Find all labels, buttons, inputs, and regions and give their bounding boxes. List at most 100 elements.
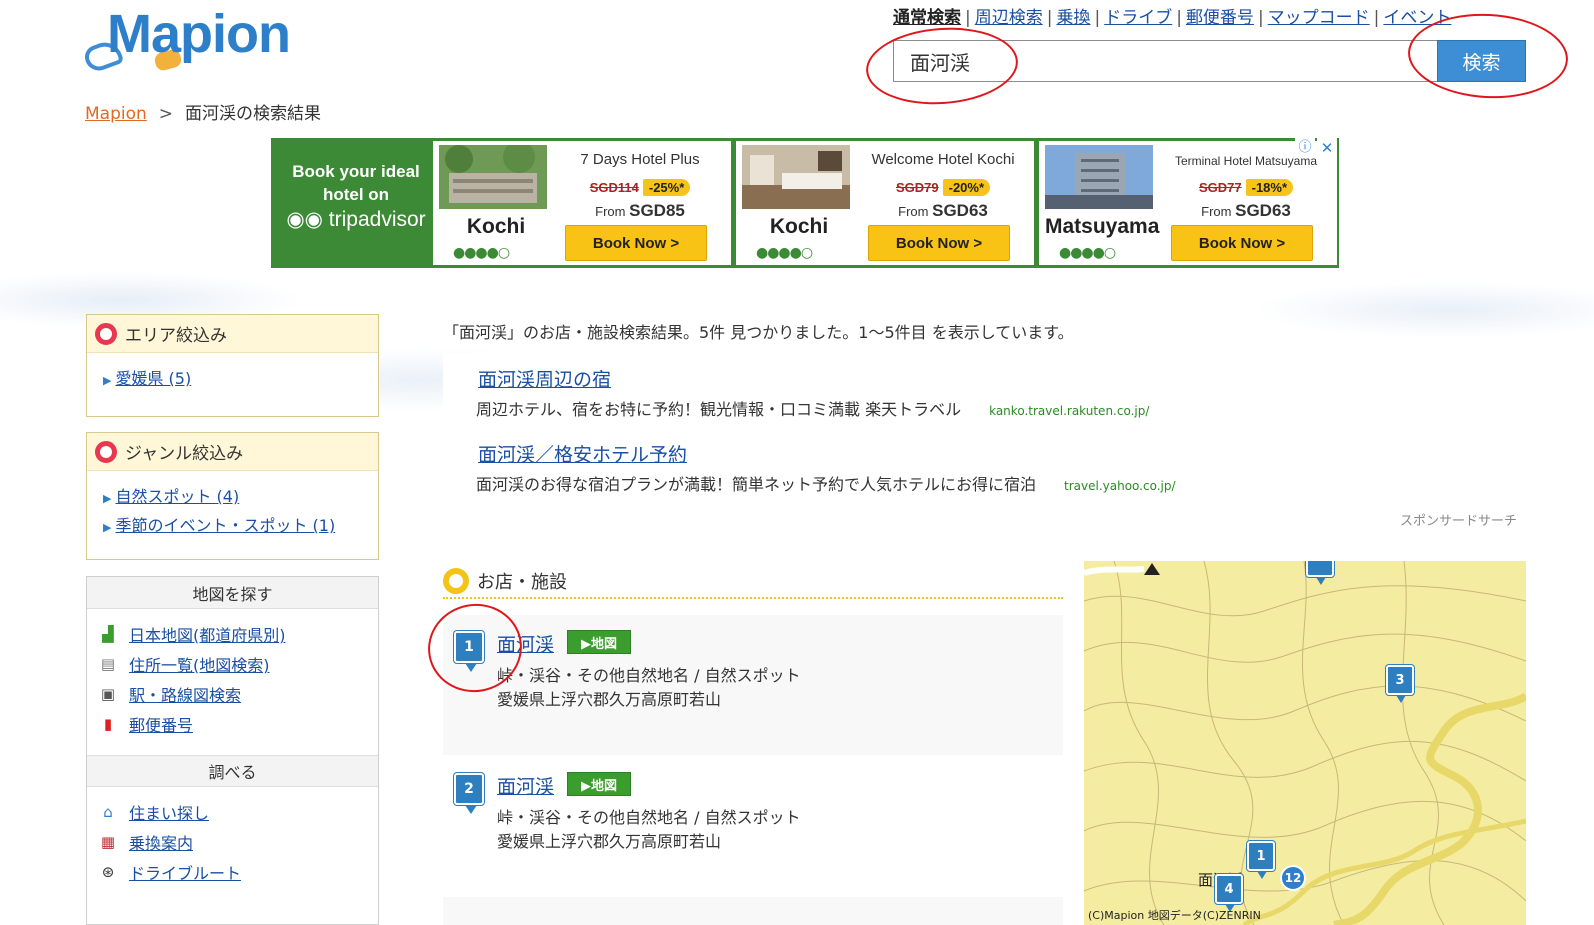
link-transit-guide[interactable]: 乗換案内	[129, 830, 193, 854]
mapion-logo[interactable]: Mapion	[81, 3, 300, 75]
link-address-list[interactable]: 住所一覧(地図検索)	[129, 652, 270, 676]
result-item-partial	[443, 897, 1063, 925]
map-pin-icon[interactable]: 1	[454, 631, 484, 672]
breadcrumb-home-link[interactable]: Mapion	[85, 104, 147, 124]
tab-postal-code[interactable]: 郵便番号	[1186, 8, 1254, 28]
tab-drive[interactable]: ドライブ	[1104, 8, 1172, 28]
ad-rating-bubbles: ●●●●○	[1059, 245, 1116, 261]
tab-event[interactable]: イベント	[1383, 8, 1451, 28]
map-marker-4[interactable]: 4	[1215, 874, 1243, 912]
research-item[interactable]: ⌂ 住まい探し	[95, 797, 370, 827]
ad-info-icon[interactable]: ⓘ	[1295, 138, 1315, 158]
genre-filter-header: ジャンル絞込み	[87, 433, 378, 471]
research-list: ⌂ 住まい探し ▦ 乗換案内 ⊛ ドライブルート	[87, 787, 378, 897]
tab-normal-search[interactable]: 通常検索	[893, 8, 961, 28]
result-item: 2 面河渓 ▶地図 峠・渓谷・その他自然地名 / 自然スポット 愛媛県上浮穴郡久…	[443, 757, 1063, 897]
section-header: お店・施設	[443, 565, 1063, 599]
map-marker-1[interactable]: 1	[1247, 841, 1275, 879]
steering-wheel-icon: ⊛	[101, 863, 115, 881]
genre-filter-list: ▶ 自然スポット (4) ▶ 季節のイベント・スポット (1)	[87, 471, 378, 553]
ad-from-price: From SGD63	[1159, 201, 1333, 221]
sponsored-url[interactable]: travel.yahoo.co.jp/	[1064, 479, 1176, 493]
ad-card-2[interactable]: Welcome Hotel Kochi SGD79 -20%* From SGD6…	[736, 141, 1034, 265]
sponsored-title-link[interactable]: 面河渓周辺の宿	[478, 369, 611, 391]
ad-price: SGD63	[932, 201, 988, 220]
sponsored-desc-text: 面河渓のお得な宿泊プランが満載！簡単ネット予約で人気ホテルにお得に宿泊	[476, 475, 1037, 494]
logo-text: Mapion	[107, 4, 291, 64]
book-now-button[interactable]: Book Now >	[1171, 225, 1313, 261]
ad-card-1[interactable]: 7 Days Hotel Plus SGD114 -25%* From SGD85…	[433, 141, 731, 265]
sponsored-label: スポンサードサーチ	[1400, 514, 1518, 529]
ad-close-icon[interactable]: ✕	[1317, 138, 1337, 158]
area-filter-ehime[interactable]: 愛媛県 (5)	[115, 369, 191, 388]
ad-price-row: SGD114 -25%*	[553, 179, 727, 196]
ad-price: SGD63	[1235, 201, 1291, 220]
ad-hotel-name: 7 Days Hotel Plus	[580, 151, 700, 168]
ad-card-3[interactable]: Terminal Hotel Matsuyama SGD77 -18%* From…	[1039, 141, 1337, 265]
find-map-item[interactable]: ▣ 駅・路線図検索	[95, 679, 370, 709]
owl-icon: ◉◉	[286, 208, 329, 231]
japan-map-icon: ▟	[102, 625, 114, 643]
find-map-item[interactable]: ▮ 郵便番号	[95, 709, 370, 739]
find-map-list: ▟ 日本地図(都道府県別) ▤ 住所一覧(地図検索) ▣ 駅・路線図検索 ▮ 郵便番号	[87, 609, 378, 749]
ad-old-price: SGD79	[895, 180, 939, 195]
map-terrain	[1084, 561, 1526, 925]
ring-icon	[95, 322, 117, 345]
sponsored-results: 面河渓周辺の宿 周辺ホテル、宿をお特に予約！観光情報・口コミ満載 楽天トラベル k…	[443, 353, 1526, 503]
link-postal-code[interactable]: 郵便番号	[129, 712, 193, 736]
ad-discount-badge: -20%*	[942, 179, 991, 196]
link-japan-map[interactable]: 日本地図(都道府県別)	[129, 622, 286, 646]
result-title-link[interactable]: 面河渓	[497, 630, 554, 657]
sponsored-item: 面河渓周辺の宿 周辺ホテル、宿をお特に予約！観光情報・口コミ満載 楽天トラベル k…	[476, 365, 1149, 420]
ad-rating-bubbles: ●●●●○	[756, 245, 813, 261]
sponsored-title-link[interactable]: 面河渓／格安ホテル予約	[478, 444, 687, 466]
ad-from-label: From	[595, 204, 626, 219]
link-housing[interactable]: 住まい探し	[129, 800, 209, 824]
sponsored-desc: 面河渓のお得な宿泊プランが満載！簡単ネット予約で人気ホテルにお得に宿泊 trave…	[476, 471, 1176, 495]
hotel-ad-banner[interactable]: Book your ideal hotel on ◉◉ tripadvisor …	[271, 138, 1339, 268]
sponsored-item: 面河渓／格安ホテル予約 面河渓のお得な宿泊プランが満載！簡単ネット予約で人気ホテ…	[476, 440, 1176, 495]
link-station-search[interactable]: 駅・路線図検索	[129, 682, 241, 706]
triangle-right-icon: ▶	[103, 521, 112, 534]
house-icon: ⌂	[103, 803, 113, 821]
genre-filter-seasonal[interactable]: 季節のイベント・スポット (1)	[115, 516, 335, 535]
find-map-item[interactable]: ▤ 住所一覧(地図検索)	[95, 649, 370, 679]
tab-transit[interactable]: 乗換	[1056, 8, 1090, 28]
result-address: 愛媛県上浮穴郡久万高原町若山	[497, 690, 722, 709]
result-summary: 「面河渓」のお店・施設検索結果。5件 見つかりました。1〜5件目 を表示していま…	[443, 323, 1074, 342]
result-item: 1 面河渓 ▶地図 峠・渓谷・その他自然地名 / 自然スポット 愛媛県上浮穴郡久…	[443, 615, 1063, 755]
search-input[interactable]	[893, 40, 1438, 82]
view-map-button[interactable]: ▶地図	[567, 772, 631, 796]
route-number-badge: 12	[1280, 865, 1306, 891]
search-button[interactable]: 検索	[1437, 40, 1526, 82]
book-now-button[interactable]: Book Now >	[565, 225, 707, 261]
ad-old-price: SGD114	[589, 180, 639, 195]
tab-nearby-search[interactable]: 周辺検索	[975, 8, 1043, 28]
hotel-photo-1	[439, 145, 547, 209]
search-mode-tabs: 通常検索 | 周辺検索 | 乗換 | ドライブ | 郵便番号 | マップコード | イベント	[893, 8, 1452, 28]
postbox-icon: ▮	[103, 715, 113, 733]
ad-discount-badge: -18%*	[1245, 179, 1294, 196]
ad-city: Matsuyama	[1045, 215, 1160, 238]
ad-city: Kochi	[466, 215, 526, 238]
view-map-button[interactable]: ▶地図	[567, 630, 631, 654]
sponsored-url[interactable]: kanko.travel.rakuten.co.jp/	[989, 404, 1149, 418]
map-marker-top[interactable]	[1306, 561, 1334, 585]
find-map-item[interactable]: ▟ 日本地図(都道府県別)	[95, 619, 370, 649]
result-title-link[interactable]: 面河渓	[497, 772, 554, 799]
research-item[interactable]: ▦ 乗換案内	[95, 827, 370, 857]
map-pin-icon[interactable]: 2	[454, 773, 484, 814]
ad-rating-bubbles: ●●●●○	[453, 245, 510, 261]
ad-brand-line1: Book your ideal	[292, 162, 420, 181]
breadcrumb: Mapion > 面河渓の検索結果	[85, 99, 321, 124]
book-now-button[interactable]: Book Now >	[868, 225, 1010, 261]
tab-mapcode[interactable]: マップコード	[1268, 8, 1370, 28]
map-marker-3[interactable]: 3	[1386, 665, 1414, 703]
link-drive-route[interactable]: ドライブルート	[129, 860, 241, 884]
sponsored-desc-text: 周辺ホテル、宿をお特に予約！観光情報・口コミ満載 楽天トラベル	[476, 400, 962, 419]
research-header: 調べる	[87, 755, 378, 787]
research-item[interactable]: ⊛ ドライブルート	[95, 857, 370, 887]
genre-filter-nature[interactable]: 自然スポット (4)	[115, 487, 239, 506]
results-map[interactable]: 3 1 面河渓 4 12 (C)Mapion 地図データ(C)ZENRIN	[1084, 561, 1526, 925]
area-filter-box: エリア絞込み ▶ 愛媛県 (5)	[86, 314, 379, 417]
